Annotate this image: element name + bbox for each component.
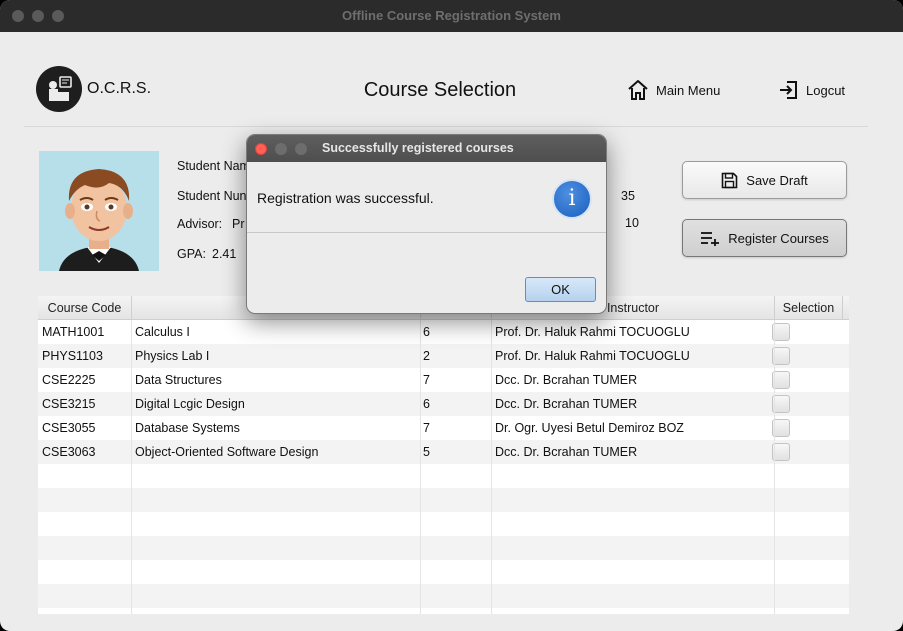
playlist-add-icon bbox=[701, 232, 720, 246]
student-info-value-2: 10 bbox=[625, 216, 639, 230]
instructor-cell: Dcc. Dr. Bcrahan TUMER bbox=[492, 440, 775, 464]
col-header-course-code[interactable]: Course Code bbox=[38, 296, 132, 320]
course-code-cell: CSE3055 bbox=[38, 416, 132, 440]
dialog-close-button[interactable] bbox=[255, 143, 267, 155]
student-info-value-1: 35 bbox=[621, 189, 635, 203]
logout-label: Logcut bbox=[806, 82, 846, 98]
empty-row bbox=[38, 560, 849, 584]
empty-row bbox=[38, 488, 849, 512]
main-content: O.C.R.S. Course Selection Main Menu Logc… bbox=[2, 32, 901, 629]
credit-cell: 7 bbox=[421, 416, 492, 440]
credit-cell: 7 bbox=[421, 368, 492, 392]
advisor-label: Advisor: bbox=[177, 217, 223, 231]
table-row[interactable]: MATH1001 Calculus I 6 Prof. Dr. Haluk Ra… bbox=[38, 320, 849, 344]
course-name-cell: Database Systems bbox=[132, 416, 421, 440]
header-divider bbox=[24, 126, 868, 127]
dialog-titlebar: Successfully registered courses bbox=[247, 135, 606, 162]
window-title: Offline Course Registration System bbox=[342, 8, 561, 23]
course-code-cell: MATH1001 bbox=[38, 320, 132, 344]
empty-row bbox=[38, 536, 849, 560]
col-header-selection[interactable]: Selection bbox=[775, 296, 843, 320]
credit-cell: 5 bbox=[421, 440, 492, 464]
course-name-cell: Digital Lcgic Design bbox=[132, 392, 421, 416]
table-row[interactable]: CSE3063 Object-Oriented Software Design … bbox=[38, 440, 849, 464]
gpa-label: GPA: bbox=[177, 247, 206, 261]
column-divider bbox=[131, 320, 132, 614]
dialog-divider bbox=[247, 232, 606, 233]
column-divider bbox=[420, 320, 421, 614]
column-divider bbox=[491, 320, 492, 614]
course-code-cell: CSE3063 bbox=[38, 440, 132, 464]
instructor-cell: Prof. Dr. Haluk Rahmi TOCUOGLU bbox=[492, 320, 775, 344]
save-draft-label: Save Draft bbox=[746, 172, 808, 188]
save-draft-button[interactable]: Save Draft bbox=[682, 161, 847, 199]
dialog-message: Registration was successful. bbox=[257, 190, 434, 206]
column-divider bbox=[774, 320, 775, 614]
course-code-cell: CSE2225 bbox=[38, 368, 132, 392]
course-name-cell: Data Structures bbox=[132, 368, 421, 392]
empty-row bbox=[38, 584, 849, 608]
table-row[interactable]: CSE3215 Digital Lcgic Design 6 Dcc. Dr. … bbox=[38, 392, 849, 416]
gpa-value: 2.41 bbox=[212, 247, 237, 261]
register-courses-button[interactable]: Register Courses bbox=[682, 219, 847, 257]
course-code-cell: PHYS1103 bbox=[38, 344, 132, 368]
student-number-label: Student Nun bbox=[177, 189, 247, 203]
table-row[interactable]: CSE3055 Database Systems 7 Dr. Ogr. Uyes… bbox=[38, 416, 849, 440]
home-icon bbox=[628, 80, 648, 100]
dialog-minimize-button[interactable] bbox=[275, 143, 287, 155]
instructor-cell: Prof. Dr. Haluk Rahmi TOCUOGLU bbox=[492, 344, 775, 368]
main-menu-label: Main Menu bbox=[656, 82, 721, 98]
student-name-label: Student Nam bbox=[177, 159, 250, 173]
dialog-title: Successfully registered courses bbox=[322, 141, 514, 155]
course-name-cell: Object-Oriented Software Design bbox=[132, 440, 421, 464]
logout-button[interactable]: Logcut bbox=[778, 76, 845, 104]
ok-button[interactable]: OK bbox=[525, 277, 596, 302]
credit-cell: 2 bbox=[421, 344, 492, 368]
empty-row bbox=[38, 512, 849, 536]
course-code-cell: CSE3215 bbox=[38, 392, 132, 416]
course-name-cell: Calculus I bbox=[132, 320, 421, 344]
advisor-value: Pr bbox=[232, 217, 245, 231]
register-courses-label: Register Courses bbox=[728, 230, 829, 246]
instructor-cell: Dcc. Dr. Bcrahan TUMER bbox=[492, 368, 775, 392]
empty-row bbox=[38, 464, 849, 488]
info-icon: i bbox=[552, 179, 592, 219]
instructor-cell: Dcc. Dr. Bcrahan TUMER bbox=[492, 392, 775, 416]
success-dialog: Successfully registered courses Registra… bbox=[246, 134, 607, 314]
table-row[interactable]: CSE2225 Data Structures 7 Dcc. Dr. Bcrah… bbox=[38, 368, 849, 392]
main-menu-button[interactable]: Main Menu bbox=[626, 76, 720, 104]
app-logo-icon bbox=[36, 66, 82, 112]
student-avatar bbox=[39, 151, 159, 271]
instructor-cell: Dr. Ogr. Uyesi Betul Demiroz BOZ bbox=[492, 416, 775, 440]
app-window: Offline Course Registration System O.C.R… bbox=[0, 0, 903, 631]
credit-cell: 6 bbox=[421, 320, 492, 344]
save-icon bbox=[721, 172, 738, 188]
courses-table: Course Code C Instructor Selection MATH1… bbox=[38, 296, 849, 614]
app-name: O.C.R.S. bbox=[87, 80, 152, 97]
credit-cell: 6 bbox=[421, 392, 492, 416]
window-titlebar: Offline Course Registration System bbox=[0, 0, 903, 32]
logout-icon bbox=[780, 81, 797, 99]
page-title: Course Selection bbox=[363, 79, 517, 101]
dialog-zoom-button[interactable] bbox=[295, 143, 307, 155]
table-row[interactable]: PHYS1103 Physics Lab I 2 Prof. Dr. Haluk… bbox=[38, 344, 849, 368]
course-name-cell: Physics Lab I bbox=[132, 344, 421, 368]
